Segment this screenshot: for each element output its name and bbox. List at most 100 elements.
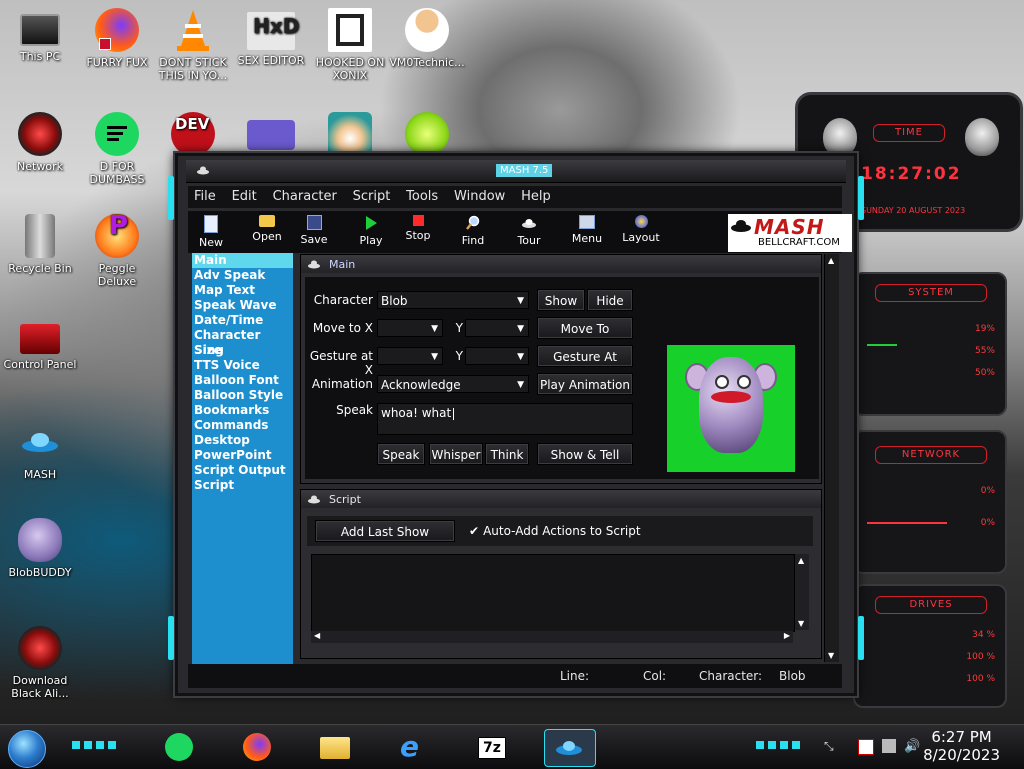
- taskbar-firefox[interactable]: [238, 729, 276, 765]
- think-button[interactable]: Think: [485, 443, 529, 465]
- nav-item-powerpoint[interactable]: PowerPoint: [192, 448, 293, 463]
- gadget-drives-value: 100 %: [966, 674, 995, 684]
- toolbar-tour-button[interactable]: Tour: [506, 213, 552, 247]
- animation-select[interactable]: Acknowledge ▼: [377, 375, 529, 393]
- window-title: MASH 7.5: [496, 164, 553, 177]
- recycle-bin-icon: [25, 214, 55, 258]
- menu-character[interactable]: Character: [267, 186, 343, 207]
- toolbar-new-button[interactable]: New: [188, 213, 234, 249]
- tray-network-icon[interactable]: [882, 739, 896, 753]
- add-last-show-button[interactable]: Add Last Show: [315, 520, 455, 542]
- toolbar-stop-button[interactable]: Stop: [395, 213, 441, 242]
- move-to-y-select[interactable]: ▼: [465, 319, 529, 337]
- hide-button[interactable]: Hide: [587, 289, 633, 311]
- nav-item-bookmarks[interactable]: Bookmarks: [192, 403, 293, 418]
- xonix-icon: [328, 8, 372, 52]
- script-panel-title: Script: [329, 493, 361, 506]
- menu-script[interactable]: Script: [347, 186, 397, 207]
- nav-item-main[interactable]: Main: [192, 253, 293, 268]
- nav-item-map-text[interactable]: Map Text: [192, 283, 293, 298]
- toolbar-menu-button[interactable]: Menu: [564, 213, 610, 245]
- nav-item-date-time[interactable]: Date/Time: [192, 313, 293, 328]
- script-horizontal-scrollbar[interactable]: ◀ ▶: [311, 631, 793, 643]
- taskbar-chat-app[interactable]: [160, 729, 198, 765]
- tray-expand-icon[interactable]: ⤡: [824, 739, 838, 753]
- desktop-icon-sex-editor[interactable]: HxD SEX EDITOR: [233, 8, 309, 67]
- gesture-at-y-select[interactable]: ▼: [465, 347, 529, 365]
- toolbar-layout-button[interactable]: Layout: [618, 213, 664, 244]
- character-select[interactable]: Blob ▼: [377, 291, 529, 309]
- taskbar-file-explorer[interactable]: [316, 729, 354, 765]
- auto-add-checkbox[interactable]: ✔ Auto-Add Actions to Script: [469, 524, 641, 538]
- desktop-icon-label: Peggle Deluxe: [97, 262, 137, 288]
- menu-edit[interactable]: Edit: [226, 186, 263, 207]
- gesture-at-button[interactable]: Gesture At: [537, 345, 633, 367]
- taskbar-clock[interactable]: 6:27 PM 8/20/2023: [923, 728, 1000, 764]
- floppy-save-icon: [306, 215, 322, 230]
- main-panel-body: Character Blob ▼ Show Hide Move to X ▼ Y…: [305, 277, 819, 479]
- move-to-x-label: Move to X: [312, 321, 373, 335]
- window-titlebar[interactable]: MASH 7.5: [186, 160, 846, 183]
- move-to-x-select[interactable]: ▼: [377, 319, 443, 337]
- desktop-icon-this-pc[interactable]: This PC: [2, 8, 78, 63]
- ufo-icon: [555, 736, 583, 761]
- green-chat-icon: [165, 733, 193, 761]
- ufo-icon: [307, 493, 321, 505]
- script-vertical-scrollbar[interactable]: ▲ ▼: [795, 554, 809, 630]
- ufo-icon: [521, 215, 537, 231]
- taskbar-internet-explorer[interactable]: e: [394, 729, 432, 765]
- desktop-icon-peggle[interactable]: P Peggle Deluxe: [79, 213, 155, 288]
- nav-item-script-output[interactable]: Script Output: [192, 463, 293, 478]
- menu-window[interactable]: Window: [448, 186, 511, 207]
- menu-file[interactable]: File: [188, 186, 222, 207]
- taskbar-mash-active[interactable]: [544, 729, 596, 767]
- speak-text-input[interactable]: whoa! what: [377, 403, 633, 435]
- nav-item-speak-wave[interactable]: Speak Wave: [192, 298, 293, 313]
- taskbar-7zip[interactable]: 7z: [472, 729, 510, 765]
- play-animation-button[interactable]: Play Animation: [537, 373, 633, 395]
- toolbar-find-button[interactable]: Find: [450, 213, 496, 247]
- desktop-icon-furry-fux[interactable]: FURRY FUX: [79, 8, 155, 69]
- desktop-icon-blobbuddy[interactable]: BlobBUDDY: [2, 518, 78, 579]
- desktop-icon-card[interactable]: [233, 112, 309, 154]
- chevron-down-icon: ▼: [431, 352, 438, 362]
- nav-item-tts-voice[interactable]: TTS Voice: [192, 358, 293, 373]
- window-vertical-scrollbar[interactable]: ▲ ▼: [824, 254, 839, 662]
- desktop-icon-network[interactable]: Network: [2, 112, 78, 173]
- nav-item-character-size[interactable]: Character Size: [192, 328, 293, 357]
- toolbar-save-button[interactable]: Save: [291, 213, 337, 246]
- desktop-icon-download-black-alien[interactable]: Download Black Ali...: [2, 626, 78, 700]
- desktop-icon-recycle-bin[interactable]: Recycle Bin: [2, 214, 78, 275]
- whisper-button[interactable]: Whisper: [429, 443, 483, 465]
- start-button[interactable]: [8, 730, 46, 768]
- menu-tools[interactable]: Tools: [400, 186, 444, 207]
- desktop-icon-d-for-dumbass[interactable]: D FOR DUMBASS: [79, 112, 155, 186]
- script-editor[interactable]: [311, 554, 795, 632]
- tray-action-center-icon[interactable]: [858, 739, 874, 755]
- gesture-at-x-select[interactable]: ▼: [377, 347, 443, 365]
- nav-item-sing[interactable]: Sing: [192, 343, 293, 358]
- nav-item-script[interactable]: Script: [192, 478, 293, 493]
- ufo-logo-icon: [730, 218, 752, 234]
- desktop-icon-xonix[interactable]: HOOKED ON XONIX: [312, 8, 388, 82]
- nav-item-commands[interactable]: Commands: [192, 418, 293, 433]
- nav-item-balloon-style[interactable]: Balloon Style: [192, 388, 293, 403]
- nav-item-adv-speak[interactable]: Adv Speak: [192, 268, 293, 283]
- monitor-icon: [20, 14, 60, 46]
- taskbar-cyan-accent: [756, 741, 800, 749]
- nav-item-desktop[interactable]: Desktop: [192, 433, 293, 448]
- toolbar-play-button[interactable]: Play: [348, 213, 394, 247]
- move-to-button[interactable]: Move To: [537, 317, 633, 339]
- tray-volume-icon[interactable]: 🔊: [904, 739, 920, 754]
- desktop-icon-vmotechnic[interactable]: VM0Technic...: [389, 8, 465, 69]
- desktop-icon-mash[interactable]: MASH: [2, 420, 78, 481]
- desktop-icon-control-panel[interactable]: Control Panel: [2, 318, 78, 371]
- mash-window[interactable]: MASH 7.5 File Edit Character Script Tool…: [168, 153, 864, 696]
- speak-button[interactable]: Speak: [377, 443, 425, 465]
- desktop-icon-dont-stick[interactable]: DONT STICK THIS IN YO...: [155, 8, 231, 82]
- nav-item-balloon-font[interactable]: Balloon Font: [192, 373, 293, 388]
- show-button[interactable]: Show: [537, 289, 585, 311]
- toolbar-open-button[interactable]: Open: [244, 213, 290, 243]
- show-and-tell-button[interactable]: Show & Tell: [537, 443, 633, 465]
- menu-help[interactable]: Help: [515, 186, 557, 207]
